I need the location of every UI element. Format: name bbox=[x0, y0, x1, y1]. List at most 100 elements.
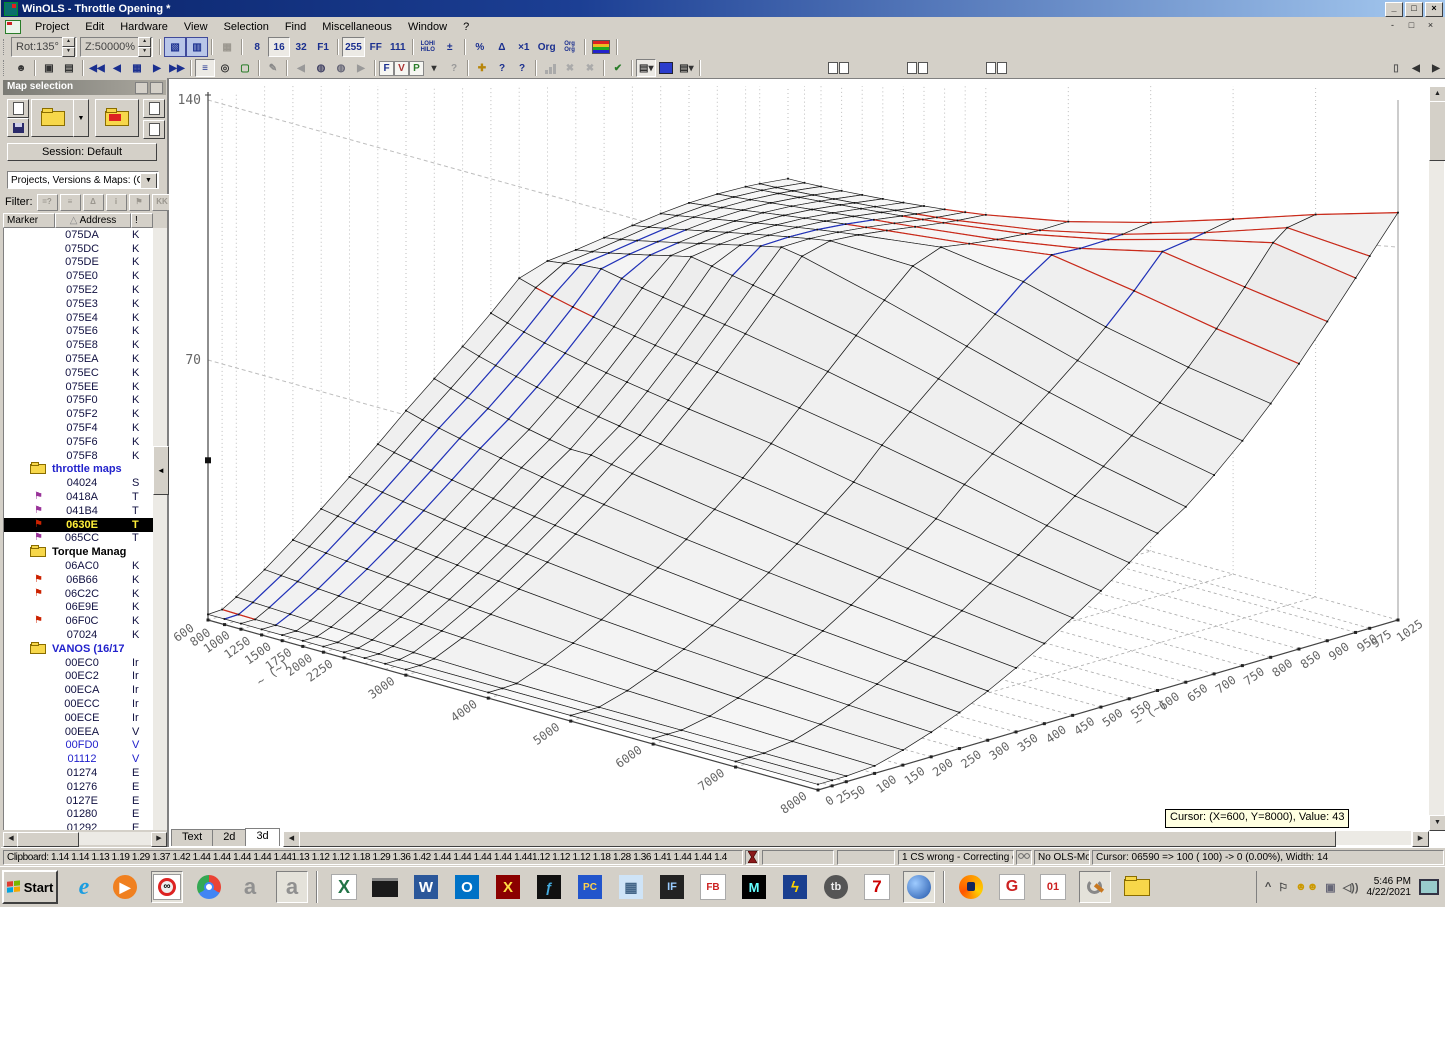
display-settings-icon[interactable] bbox=[1419, 879, 1439, 895]
dropdown-arrow-icon[interactable]: ▼ bbox=[140, 173, 157, 188]
filter-values-button[interactable]: ≡ bbox=[59, 193, 81, 211]
placeholder-help-button[interactable]: ? bbox=[444, 59, 464, 77]
precision-f1-button[interactable]: F1 bbox=[312, 37, 334, 57]
chrome-shortcut[interactable] bbox=[194, 872, 224, 902]
precision-8-button[interactable]: 8 bbox=[246, 37, 268, 57]
zoom-field[interactable]: Z:50000% ▲ ▼ bbox=[79, 37, 154, 57]
map-row[interactable]: 06AC0 K bbox=[4, 559, 154, 573]
outlook-shortcut[interactable]: O bbox=[452, 872, 482, 902]
hex-editor-shortcut[interactable]: X bbox=[493, 872, 523, 902]
original-compare-button[interactable]: Org Org bbox=[559, 37, 581, 57]
eprom-chip-shortcut[interactable] bbox=[370, 872, 400, 902]
excel-shortcut[interactable]: X bbox=[329, 872, 359, 902]
start-button[interactable]: Start bbox=[2, 870, 58, 904]
panel-close-button[interactable] bbox=[150, 82, 163, 94]
map-row[interactable]: 00EC0 Ir bbox=[4, 656, 154, 670]
restore-button[interactable]: □ bbox=[1405, 2, 1423, 17]
delta-button[interactable]: Δ bbox=[491, 37, 513, 57]
zoom-spinner[interactable]: ▲ ▼ bbox=[138, 37, 152, 57]
view-3d-mode-button[interactable]: ▥ bbox=[186, 37, 209, 57]
scroll-toolbar-right-button[interactable]: ▶ bbox=[1426, 59, 1445, 77]
tab-3d[interactable]: 3d bbox=[245, 828, 280, 846]
internet-explorer-shortcut[interactable]: e bbox=[69, 872, 99, 902]
map-row[interactable]: 075F8 K bbox=[4, 449, 154, 463]
context-help-button[interactable]: ? bbox=[512, 59, 532, 77]
display-ff-button[interactable]: FF bbox=[365, 37, 387, 57]
selection-color-button[interactable] bbox=[656, 59, 676, 77]
toolbar-grip-2[interactable] bbox=[3, 60, 7, 76]
view-mode-dropdown[interactable]: Projects, Versions & Maps: (Ctrl ▼ bbox=[7, 171, 159, 189]
surface-3d-svg[interactable]: 6008001000125015001750200022503000400050… bbox=[171, 0, 1428, 830]
menu-hardware[interactable]: Hardware bbox=[112, 19, 176, 35]
rotation-field[interactable]: Rot:135° ▲ ▼ bbox=[11, 37, 77, 57]
script-log-button[interactable]: ▢ bbox=[235, 59, 255, 77]
tab-text[interactable]: Text bbox=[171, 829, 214, 846]
show-values-button[interactable]: V bbox=[394, 60, 409, 76]
export-map-button[interactable] bbox=[143, 120, 165, 139]
map-row[interactable]: ⚑ 0418A T bbox=[4, 490, 154, 504]
seven-zip-flag-shortcut[interactable]: 7 bbox=[862, 872, 892, 902]
map-folder-row[interactable]: VANOS (16/17 bbox=[4, 641, 154, 656]
volume-icon[interactable]: ◁)) bbox=[1343, 881, 1359, 894]
save-project-button[interactable] bbox=[7, 118, 29, 137]
map-list[interactable]: 075DA K 075DC K 075DE K 075E0 K 075E2 K 075E3 K 075E… bbox=[3, 228, 154, 830]
filter-info-button[interactable]: i bbox=[105, 193, 127, 211]
map-row[interactable]: 075EE K bbox=[4, 380, 154, 394]
close-button[interactable]: × bbox=[1425, 2, 1443, 17]
show-percent-button[interactable]: P bbox=[409, 60, 424, 76]
tile-vertical-button[interactable] bbox=[907, 62, 929, 74]
calculator-shortcut[interactable]: ▦ bbox=[616, 872, 646, 902]
version-next-button[interactable]: ▶ bbox=[351, 59, 371, 77]
firefox-lockwise-shortcut[interactable] bbox=[956, 872, 986, 902]
map-row[interactable]: 075E6 K bbox=[4, 325, 154, 339]
if-tool-shortcut[interactable]: IF bbox=[657, 872, 687, 902]
map-table-view-button[interactable]: ▦ bbox=[127, 59, 147, 77]
map-row[interactable]: 075E3 K bbox=[4, 297, 154, 311]
nav-last-map-button[interactable]: ▶▶ bbox=[167, 59, 187, 77]
rotation-spinner[interactable]: ▲ ▼ bbox=[61, 37, 75, 57]
open-project-button[interactable] bbox=[31, 99, 75, 137]
map-row[interactable]: ⚑ 06B66 K bbox=[4, 573, 154, 587]
document-icon[interactable] bbox=[5, 19, 21, 34]
winols-roadsign-shortcut[interactable]: ∞ bbox=[151, 871, 183, 903]
toolbar-grip[interactable] bbox=[3, 39, 7, 55]
menu-edit[interactable]: Edit bbox=[77, 19, 112, 35]
map-row[interactable]: 00ECC Ir bbox=[4, 697, 154, 711]
map-row[interactable]: 01280 E bbox=[4, 807, 154, 821]
language-flag-icon[interactable]: ⚐ bbox=[1278, 881, 1288, 894]
map-row[interactable]: 00EC2 Ir bbox=[4, 670, 154, 684]
nav-prev-map-button[interactable]: ◀ bbox=[107, 59, 127, 77]
nav-first-map-button[interactable]: ◀◀ bbox=[87, 59, 107, 77]
session-button[interactable]: Session: Default bbox=[7, 143, 157, 161]
minimize-button[interactable]: _ bbox=[1385, 2, 1403, 17]
download-project-button[interactable]: ◍ bbox=[311, 59, 331, 77]
pcmflash-shortcut[interactable]: PC bbox=[575, 872, 605, 902]
column-header-[interactable]: ! bbox=[131, 213, 153, 228]
map-row[interactable]: ⚑ 065CC T bbox=[4, 532, 154, 546]
map-row[interactable]: 01112 V bbox=[4, 752, 154, 766]
tile-horizontal-button[interactable] bbox=[828, 62, 850, 74]
panel-pin-button[interactable] bbox=[135, 82, 148, 94]
mdi-restore-button[interactable]: □ bbox=[1404, 19, 1419, 32]
map-row[interactable]: 0127E E bbox=[4, 794, 154, 808]
map-row[interactable]: 01292 E bbox=[4, 821, 154, 830]
plot-vscroll-up[interactable]: ▲ bbox=[1429, 86, 1445, 102]
network-status-icon[interactable]: ▣ bbox=[1325, 881, 1335, 894]
map-list-hscroll-right[interactable]: ▶ bbox=[151, 832, 167, 847]
precision-16-button[interactable]: 16 bbox=[268, 37, 291, 57]
tab-2d[interactable]: 2d bbox=[212, 829, 247, 846]
percent-button[interactable]: % bbox=[469, 37, 491, 57]
mdi-minimize-button[interactable]: - bbox=[1385, 19, 1400, 32]
map-list-hscroll-thumb[interactable] bbox=[17, 832, 79, 847]
map-row[interactable]: 075F4 K bbox=[4, 421, 154, 435]
file-manager-shortcut[interactable] bbox=[1122, 872, 1152, 902]
filter-equal-button[interactable]: =? bbox=[36, 193, 58, 211]
column-header-address[interactable]: △ Address bbox=[55, 213, 131, 228]
map-row[interactable]: 06E9E K bbox=[4, 601, 154, 615]
hexdump-compare-button[interactable]: ✖ bbox=[580, 59, 600, 77]
map-list-vscrollbar[interactable] bbox=[153, 228, 167, 830]
filter-delta-button[interactable]: Δ bbox=[82, 193, 104, 211]
map-row[interactable]: 075EA K bbox=[4, 352, 154, 366]
plot-vscrollbar[interactable] bbox=[1429, 86, 1444, 830]
map-row[interactable]: ⚑ 041B4 T bbox=[4, 504, 154, 518]
